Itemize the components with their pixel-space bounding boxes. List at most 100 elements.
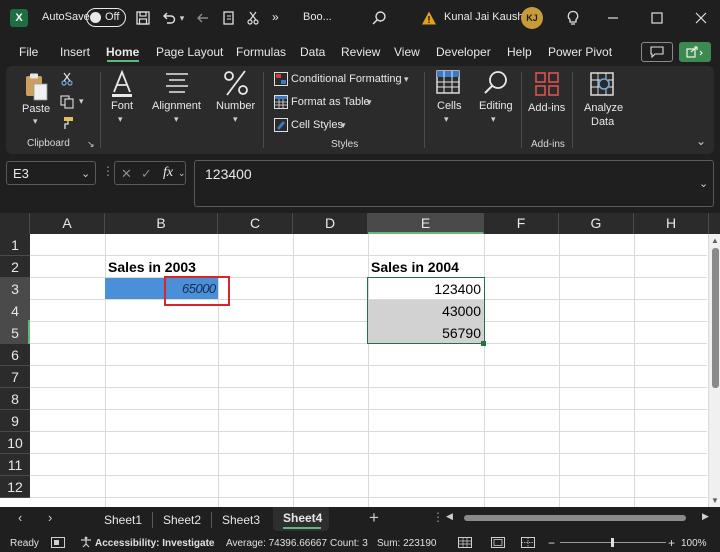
row-header-9[interactable]: 9: [0, 410, 30, 432]
file-name[interactable]: Boo...: [303, 11, 332, 23]
cell-styles-button[interactable]: Cell Styles: [291, 119, 343, 131]
clipboard-launcher-icon[interactable]: ↘: [87, 139, 95, 150]
tab-formulas[interactable]: Formulas: [236, 45, 286, 59]
analyze-data-icon[interactable]: [590, 72, 614, 99]
sheet-tab-4[interactable]: Sheet4: [283, 511, 322, 525]
confirm-entry-icon[interactable]: ✓: [141, 166, 152, 182]
back-arrow-icon[interactable]: [192, 7, 214, 29]
row-header-7[interactable]: 7: [0, 366, 30, 388]
sheet-tab-2[interactable]: Sheet2: [163, 513, 201, 527]
copy-dropdown-icon[interactable]: ▾: [79, 96, 84, 107]
font-icon[interactable]: [110, 69, 134, 101]
editing-dropdown-icon[interactable]: ▾: [491, 114, 496, 125]
user-name[interactable]: Kunal Jai Kaushik: [444, 11, 531, 23]
cells-icon[interactable]: [436, 70, 460, 97]
row-header-6[interactable]: 6: [0, 344, 30, 366]
row-header-10[interactable]: 10: [0, 432, 30, 454]
name-box[interactable]: E3 ⌄: [6, 161, 96, 185]
row-header-5[interactable]: 5: [0, 322, 30, 344]
cells-button[interactable]: Cells: [437, 100, 461, 112]
prev-sheet-icon[interactable]: ‹: [18, 510, 22, 525]
cut-icon[interactable]: [242, 7, 264, 29]
zoom-out-button[interactable]: −: [548, 536, 555, 550]
row-header-4[interactable]: 4: [0, 300, 30, 322]
fx-dropdown-icon[interactable]: ⌄: [178, 168, 186, 179]
search-icon[interactable]: [368, 7, 390, 29]
format-as-table-dropdown-icon[interactable]: ▾: [367, 97, 372, 108]
macro-record-icon[interactable]: [51, 537, 65, 551]
format-painter-icon[interactable]: [60, 116, 74, 133]
vertical-scroll-thumb[interactable]: [712, 248, 719, 388]
accessibility-icon[interactable]: [80, 536, 92, 551]
tab-home[interactable]: Home: [106, 45, 139, 59]
row-header-8[interactable]: 8: [0, 388, 30, 410]
sheet-tab-3[interactable]: Sheet3: [222, 513, 260, 527]
worksheet-grid[interactable]: [0, 213, 720, 507]
alignment-icon[interactable]: [165, 72, 189, 97]
tab-insert[interactable]: Insert: [60, 45, 90, 59]
next-sheet-icon[interactable]: ›: [48, 510, 52, 525]
minimize-icon[interactable]: [602, 7, 624, 29]
analyze-data-button-line2[interactable]: Data: [591, 116, 614, 128]
cut-icon[interactable]: [60, 72, 74, 89]
page-layout-view-icon[interactable]: [491, 537, 505, 551]
cell-e2[interactable]: Sales in 2004: [371, 259, 459, 275]
tab-power-pivot[interactable]: Power Pivot: [548, 45, 612, 59]
sheet-tab-1[interactable]: Sheet1: [104, 513, 142, 527]
font-dropdown-icon[interactable]: ▾: [118, 114, 123, 125]
tab-split-grip-icon[interactable]: ⋮: [432, 510, 444, 524]
tab-page-layout[interactable]: Page Layout: [156, 45, 223, 59]
cell-e4[interactable]: 43000: [368, 303, 481, 319]
select-all-corner[interactable]: [0, 213, 30, 234]
copy-icon[interactable]: [60, 95, 74, 112]
cell-b2[interactable]: Sales in 2003: [108, 259, 196, 275]
row-header-3[interactable]: 3: [0, 278, 30, 300]
scroll-right-icon[interactable]: ▶: [702, 511, 709, 522]
row-header-11[interactable]: 11: [0, 454, 30, 476]
analyze-data-button-line1[interactable]: Analyze: [584, 102, 623, 114]
tab-view[interactable]: View: [394, 45, 420, 59]
cancel-entry-icon[interactable]: ✕: [121, 166, 132, 182]
addins-icon[interactable]: [535, 72, 559, 99]
zoom-in-button[interactable]: +: [668, 536, 675, 550]
more-overflow[interactable]: »: [272, 10, 279, 24]
column-header-f[interactable]: F: [484, 213, 559, 234]
cell-e3[interactable]: 123400: [368, 281, 481, 297]
format-as-table-button[interactable]: Format as Table: [291, 96, 370, 108]
lightbulb-icon[interactable]: [562, 7, 584, 29]
editing-button[interactable]: Editing: [479, 100, 513, 112]
name-box-dropdown-icon[interactable]: ⌄: [81, 167, 90, 180]
row-header-2[interactable]: 2: [0, 256, 30, 278]
row-header-12[interactable]: 12: [0, 476, 30, 498]
number-button[interactable]: Number: [216, 100, 255, 112]
add-sheet-button[interactable]: +: [369, 508, 379, 528]
zoom-slider-thumb[interactable]: [611, 538, 614, 547]
cell-styles-dropdown-icon[interactable]: ▾: [341, 120, 346, 131]
conditional-formatting-dropdown-icon[interactable]: ▾: [404, 74, 409, 85]
column-header-g[interactable]: G: [559, 213, 634, 234]
tab-data[interactable]: Data: [300, 45, 325, 59]
normal-view-icon[interactable]: [458, 537, 472, 551]
font-button[interactable]: Font: [111, 100, 133, 112]
percent-icon[interactable]: [223, 68, 249, 101]
close-icon[interactable]: [690, 7, 712, 29]
column-header-c[interactable]: C: [218, 213, 293, 234]
paste-dropdown-icon[interactable]: ▾: [33, 116, 38, 127]
scroll-down-icon[interactable]: ▼: [711, 496, 719, 505]
row-header-1[interactable]: 1: [0, 234, 30, 256]
column-header-d[interactable]: D: [293, 213, 368, 234]
tab-file[interactable]: File: [19, 45, 38, 59]
save-icon[interactable]: [132, 7, 154, 29]
tab-help[interactable]: Help: [507, 45, 532, 59]
copy-doc-icon[interactable]: [218, 7, 240, 29]
cell-e5[interactable]: 56790: [368, 325, 481, 341]
page-break-view-icon[interactable]: [521, 537, 535, 551]
fill-handle[interactable]: [481, 341, 486, 346]
zoom-level[interactable]: 100%: [681, 538, 707, 549]
avatar[interactable]: KJ: [521, 7, 543, 29]
share-button[interactable]: [679, 42, 711, 62]
scroll-left-icon[interactable]: ◀: [446, 511, 453, 522]
autosave-toggle[interactable]: Off: [86, 8, 126, 27]
column-header-e[interactable]: E: [368, 213, 484, 234]
number-dropdown-icon[interactable]: ▾: [233, 114, 238, 125]
